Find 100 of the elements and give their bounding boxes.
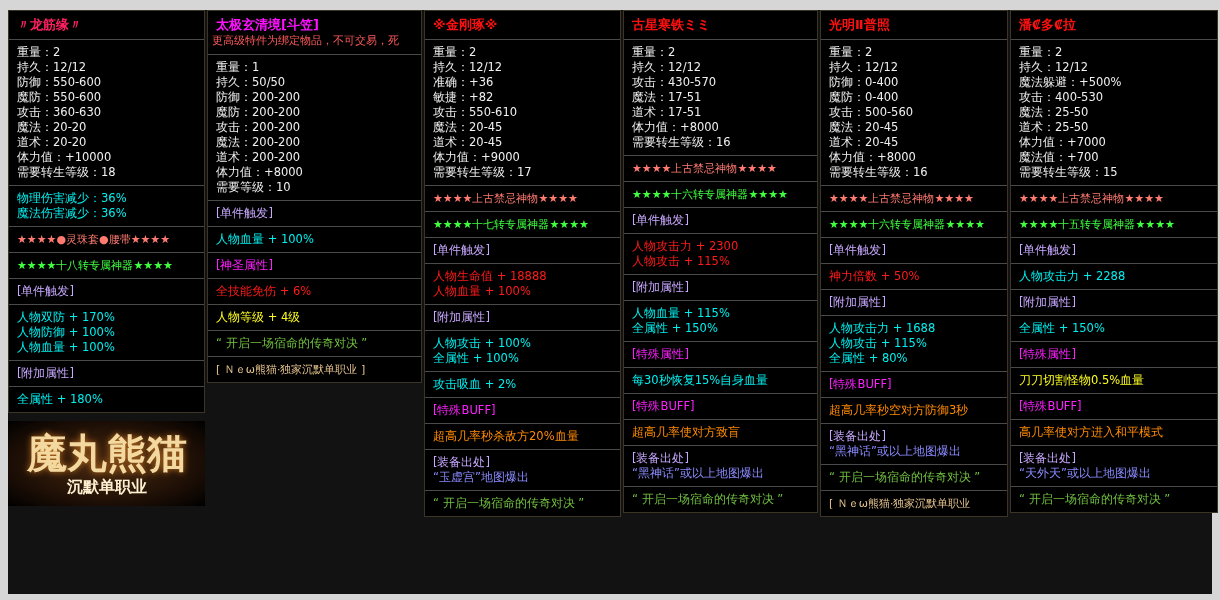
section-heading: [附加属性]	[1019, 295, 1077, 310]
stat-line: 攻击：400-530	[1019, 90, 1105, 105]
stat-line: 持久：12/12	[1019, 60, 1090, 75]
attribute-line: 人物攻击力 + 1688	[829, 321, 937, 336]
stat-line: 体力值：+8000	[829, 150, 917, 165]
section-heading: [单件触发]	[216, 206, 274, 221]
section-heading: [装备出处]	[829, 429, 887, 444]
stat-line: 道术：20-45	[433, 135, 504, 150]
attribute-line: 神力倍数 + 50%	[829, 269, 921, 284]
stat-line: 持久：12/12	[829, 60, 900, 75]
stat-line: 持久：12/12	[17, 60, 88, 75]
stat-line: 防御：0-400	[829, 75, 900, 90]
effect-line: 超高几率使对方致盲	[632, 425, 741, 440]
rank-line: ★★★★上古禁忌神物★★★★	[632, 161, 778, 176]
stat-line: 需要转生等级：17	[433, 165, 533, 180]
section-heading: [特殊BUFF]	[632, 399, 696, 414]
tier-line: ★★★★十七转专属神器★★★★	[433, 217, 590, 232]
stat-line: 需要转生等级：16	[829, 165, 929, 180]
stat-line: 防御：200-200	[216, 90, 302, 105]
stat-line: 道术：25-50	[1019, 120, 1090, 135]
section-heading: [特殊BUFF]	[829, 377, 893, 392]
rank-line: ★★★★●灵珠套●腰带★★★★	[17, 232, 172, 247]
stat-line: 持久：12/12	[433, 60, 504, 75]
section-heading: [单件触发]	[829, 243, 887, 258]
attribute-line: 人物血量 + 100%	[216, 232, 315, 247]
quote-line: “ 开启一场宿命的传奇对决 ”	[216, 336, 369, 351]
effect-line: 高几率使对方进入和平模式	[1019, 425, 1164, 440]
section-heading: [附加属性]	[632, 280, 690, 295]
stat-line: 攻击：200-200	[216, 120, 302, 135]
quote-line: “ 开启一场宿命的传奇对决 ”	[829, 470, 982, 485]
stat-line: 持久：12/12	[632, 60, 703, 75]
section-heading: [特殊属性]	[1019, 347, 1077, 362]
source-line: “黑神话”或以上地图爆出	[829, 444, 962, 459]
stat-line: 魔防：0-400	[829, 90, 900, 105]
source-line: “天外天”或以上地图爆出	[1019, 466, 1152, 481]
stat-line: 魔防：550-600	[17, 90, 103, 105]
attribute-line: 人物防御 + 100%	[17, 325, 116, 340]
stat-line: 敏捷：+82	[433, 90, 495, 105]
stat-line: 攻击：500-560	[829, 105, 915, 120]
tier-line: ★★★★十五转专属神器★★★★	[1019, 217, 1176, 232]
stat-line: 魔法躲避：+500%	[1019, 75, 1123, 90]
attribute-line: 人物攻击 + 100%	[433, 336, 532, 351]
stat-line: 防御：550-600	[17, 75, 103, 90]
section-heading: [附加属性]	[17, 366, 75, 381]
stat-line: 重量：2	[433, 45, 478, 60]
attribute-line: 人物生命值 + 18888	[433, 269, 548, 284]
stat-line: 魔法：20-45	[433, 120, 504, 135]
attribute-line: 攻击吸血 + 2%	[433, 377, 518, 392]
rank-line: ★★★★上古禁忌神物★★★★	[1019, 191, 1165, 206]
effect-line: 超高几率秒杀敌方20%血量	[433, 429, 580, 444]
stat-line: 魔法：17-51	[632, 90, 703, 105]
section-heading: [特殊属性]	[632, 347, 690, 362]
attribute-line: 全属性 + 100%	[433, 351, 520, 366]
item-title: 古星寒铁ミミ	[632, 17, 711, 33]
attribute-line: 人物双防 + 170%	[17, 310, 116, 325]
attribute-line: 每30秒恢复15%自身血量	[632, 373, 770, 388]
stat-line: 魔法值：+700	[1019, 150, 1100, 165]
stat-line: 道术：20-45	[829, 135, 900, 150]
quote-line: “ 开启一场宿命的传奇对决 ”	[433, 496, 586, 511]
stat-line: 魔防：200-200	[216, 105, 302, 120]
stat-line: 攻击：550-610	[433, 105, 519, 120]
attribute-line: 魔法伤害减少：36%	[17, 206, 128, 221]
stat-line: 魔法：20-20	[17, 120, 88, 135]
item-title: 太极玄清境[斗笠]	[216, 17, 320, 33]
stat-line: 体力值：+8000	[632, 120, 720, 135]
stat-line: 体力值：+10000	[17, 150, 113, 165]
stat-line: 重量：2	[17, 45, 62, 60]
stat-line: 需要转生等级：18	[17, 165, 117, 180]
credit-line: [ Ｎｅω熊猫·独家沉默单职业	[829, 496, 972, 511]
attribute-line: 人物血量 + 115%	[632, 306, 731, 321]
attribute-line: 人物血量 + 100%	[433, 284, 532, 299]
stat-line: 重量：2	[1019, 45, 1064, 60]
section-heading: [装备出处]	[1019, 451, 1077, 466]
tier-line: ★★★★十六转专属神器★★★★	[829, 217, 986, 232]
attribute-line: 人物等级 + 4级	[216, 310, 302, 325]
stat-line: 需要转生等级：16	[632, 135, 732, 150]
stat-line: 攻击：430-570	[632, 75, 718, 90]
section-heading: [特殊BUFF]	[1019, 399, 1083, 414]
item-title: ※金刚琢※	[433, 17, 499, 33]
attribute-line: 刀刀切割怪物0.5%血量	[1019, 373, 1146, 388]
quote-line: “ 开启一场宿命的传奇对决 ”	[1019, 492, 1172, 507]
stat-line: 体力值：+8000	[216, 165, 304, 180]
section-heading: [单件触发]	[632, 213, 690, 228]
stat-line: 重量：1	[216, 60, 261, 75]
item-title: 〃龙筋缘〃	[17, 17, 83, 33]
logo-title: 魔丸熊猫	[26, 429, 187, 477]
attribute-line: 人物血量 + 100%	[17, 340, 116, 355]
section-heading: [单件触发]	[433, 243, 491, 258]
credit-line: [ Ｎｅω熊猫·独家沉默单职业 ]	[216, 362, 367, 377]
stat-line: 需要转生等级：15	[1019, 165, 1119, 180]
section-heading: [附加属性]	[829, 295, 887, 310]
rank-line: ★★★★上古禁忌神物★★★★	[433, 191, 579, 206]
section-heading: [特殊BUFF]	[433, 403, 497, 418]
stat-line: 需要等级：10	[216, 180, 292, 195]
source-line: “玉虚宫”地图爆出	[433, 470, 530, 485]
logo-subtitle: 沉默单职业	[66, 477, 147, 498]
section-heading: [装备出处]	[433, 455, 491, 470]
rank-line: ★★★★上古禁忌神物★★★★	[829, 191, 975, 206]
section-heading: [神圣属性]	[216, 258, 274, 273]
stat-line: 道术：200-200	[216, 150, 302, 165]
